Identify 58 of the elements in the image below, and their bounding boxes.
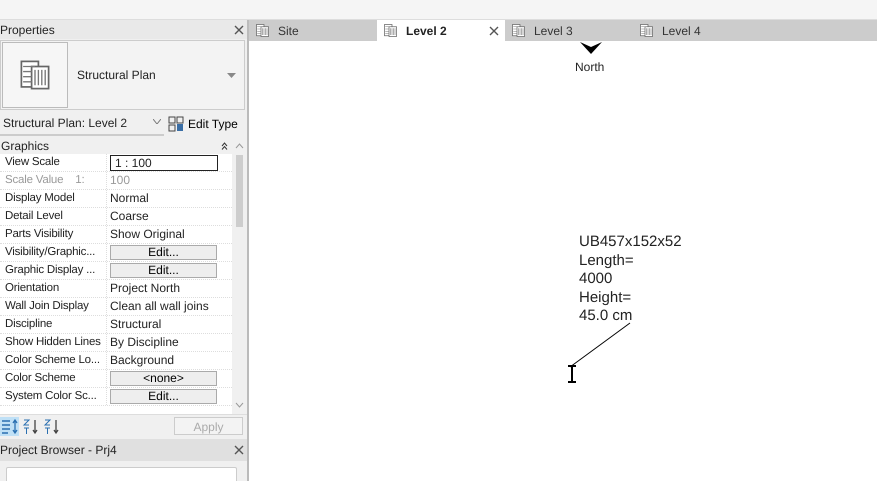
scrollbar[interactable] [232,137,247,414]
property-button[interactable]: Edit... [110,389,217,404]
property-name: System Color Sc... [0,388,107,405]
property-value: Normal [109,190,150,207]
north-label: North [575,59,604,76]
property-value: By Discipline [109,334,180,351]
type-selector[interactable]: Structural Plan [0,40,245,110]
property-value: Project North [109,280,182,297]
property-name: Display Model [0,190,107,207]
property-name: Parts Visibility [0,226,107,243]
floor-plan-icon [383,23,398,38]
scrollbar-thumb[interactable] [236,155,243,227]
instance-name: Structural Plan: Level 2 [3,114,128,132]
property-field[interactable]: 1 : 100 [110,155,218,171]
property-value: 100 [109,172,132,189]
north-arrow-icon [580,41,602,55]
property-name: Graphic Display ... [0,262,107,279]
sort-button[interactable] [21,416,40,436]
collapse-icon[interactable] [221,142,228,150]
property-name: Orientation [0,280,107,297]
close-icon[interactable] [234,445,244,455]
panel-title: Project Browser - Prj4 [0,442,117,459]
search-field[interactable] [6,467,237,481]
property-button[interactable]: Edit... [110,263,217,278]
edit-type-icon [168,116,184,132]
property-value: Coarse [109,208,150,225]
property-button[interactable]: Edit... [110,245,217,260]
property-value: Clean all wall joins [109,298,210,315]
floor-plan-icon [255,23,270,38]
dropdown-arrow-icon [227,72,236,78]
property-button[interactable]: <none> [110,371,217,386]
text-cursor-icon [567,365,577,383]
property-value: Show Original [109,226,186,243]
close-icon[interactable] [234,24,244,34]
leader-line [569,322,631,368]
close-icon[interactable] [489,26,499,36]
type-name: Structural Plan [77,67,157,84]
property-value: Structural [109,316,162,333]
panel-title: Properties [0,22,55,38]
property-name: View Scale [0,154,107,171]
property-name: Show Hidden Lines [0,334,107,351]
floor-plan-icon [18,58,52,92]
property-name: Color Scheme [0,370,107,387]
sort-button[interactable] [42,416,61,436]
property-name: Discipline [0,316,107,333]
property-name: Visibility/Graphic... [0,244,107,261]
floor-plan-icon [639,23,654,38]
property-name: Color Scheme Lo... [0,352,107,369]
beam-tag: UB457x152x52 Length= 4000 Height= 45.0 cm [579,233,682,326]
view-tab[interactable]: Level 2 [377,20,505,41]
edit-type-button[interactable]: Edit Type [168,114,238,132]
property-name: Wall Join Display [0,298,107,315]
group-header: Graphics [1,138,50,154]
property-name: Scale Value 1: [0,172,107,189]
floor-plan-icon [511,23,526,38]
sort-button[interactable] [0,416,19,436]
property-name: Detail Level [0,208,107,225]
property-value: Background [109,352,176,369]
